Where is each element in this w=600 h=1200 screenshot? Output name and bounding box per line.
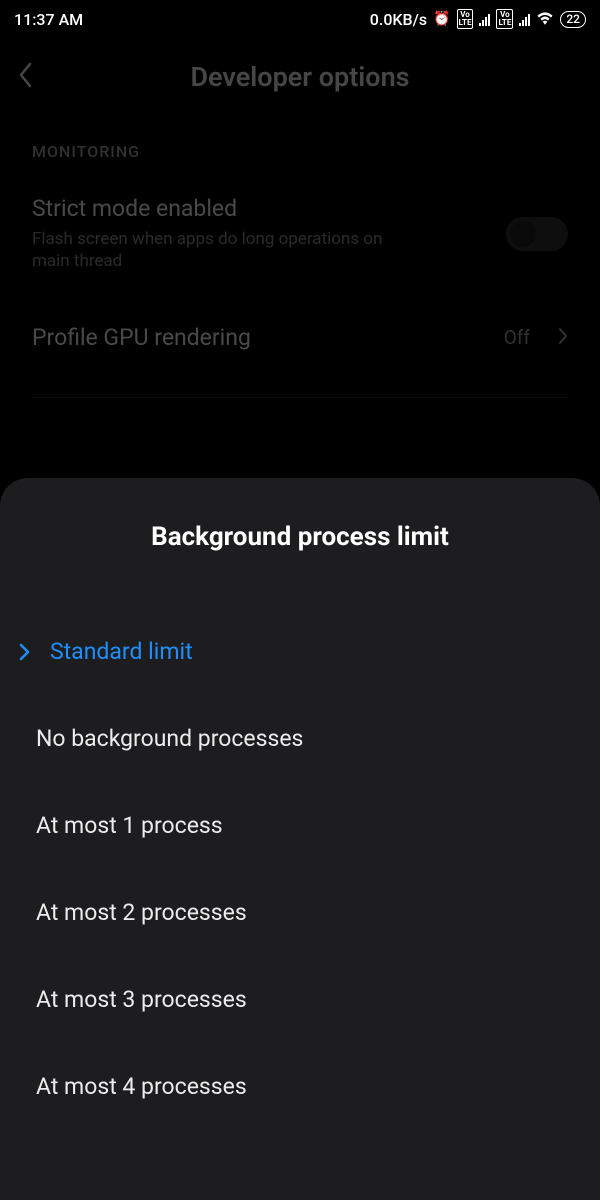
option-label: No background processes <box>36 725 303 752</box>
option-label: At most 1 process <box>36 812 223 839</box>
option-no-background[interactable]: No background processes <box>0 695 600 782</box>
option-label: Standard limit <box>50 638 193 665</box>
divider <box>32 397 568 398</box>
option-standard-limit[interactable]: Standard limit <box>0 608 600 695</box>
status-right: 0.0KB/s ⏰ VoLTE VoLTE 22 <box>370 9 586 29</box>
wifi-icon <box>536 10 554 29</box>
profile-gpu-title: Profile GPU rendering <box>32 324 486 351</box>
strict-mode-row[interactable]: Strict mode enabled Flash screen when ap… <box>0 169 600 298</box>
app-header: Developer options <box>0 38 600 116</box>
option-label: At most 2 processes <box>36 899 247 926</box>
option-at-most-1[interactable]: At most 1 process <box>0 782 600 869</box>
volte-icon-2: VoLTE <box>496 9 513 29</box>
status-time: 11:37 AM <box>14 10 83 29</box>
signal-icon-2 <box>519 13 530 26</box>
section-heading: MONITORING <box>0 116 600 169</box>
page-title: Developer options <box>18 61 582 93</box>
sheet-title: Background process limit <box>0 522 600 552</box>
battery-icon: 22 <box>560 11 586 28</box>
option-at-most-4[interactable]: At most 4 processes <box>0 1043 600 1130</box>
status-bar: 11:37 AM 0.0KB/s ⏰ VoLTE VoLTE 22 <box>0 0 600 38</box>
option-label: At most 3 processes <box>36 986 247 1013</box>
bottom-sheet: Background process limit Standard limit … <box>0 478 600 1200</box>
profile-gpu-row[interactable]: Profile GPU rendering Off <box>0 298 600 377</box>
option-at-most-3[interactable]: At most 3 processes <box>0 956 600 1043</box>
chevron-right-icon <box>548 327 568 349</box>
profile-gpu-value: Off <box>504 326 530 349</box>
strict-mode-toggle[interactable] <box>506 217 568 251</box>
alarm-icon: ⏰ <box>433 11 450 27</box>
signal-icon-1 <box>479 13 490 26</box>
volte-icon-1: VoLTE <box>457 9 474 29</box>
status-netspeed: 0.0KB/s <box>370 10 427 29</box>
strict-mode-title: Strict mode enabled <box>32 195 488 222</box>
background-content: Developer options MONITORING Strict mode… <box>0 38 600 398</box>
option-at-most-2[interactable]: At most 2 processes <box>0 869 600 956</box>
option-label: At most 4 processes <box>36 1073 247 1100</box>
strict-mode-subtitle: Flash screen when apps do long operation… <box>32 228 412 272</box>
chevron-right-icon <box>14 642 36 662</box>
sheet-options: Standard limit No background processes A… <box>0 608 600 1130</box>
